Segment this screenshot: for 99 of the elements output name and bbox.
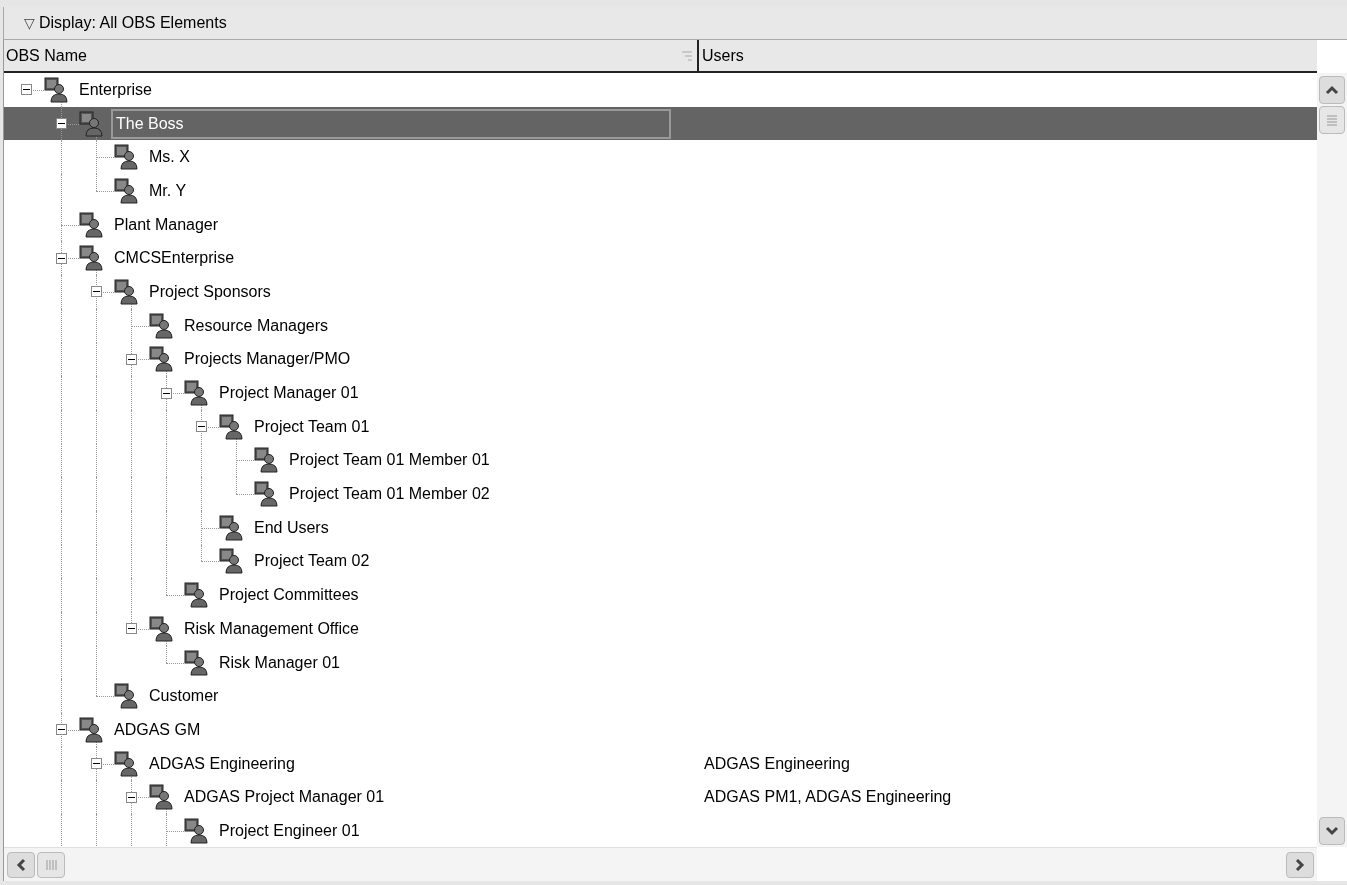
person-group-icon bbox=[114, 177, 138, 204]
tree-node-label: Customer bbox=[148, 686, 220, 707]
collapse-toggle[interactable] bbox=[126, 623, 137, 635]
collapse-toggle[interactable] bbox=[161, 387, 172, 399]
collapse-toggle[interactable] bbox=[91, 286, 102, 298]
tree-node-label: Project Team 01 bbox=[253, 416, 371, 437]
tree-node-label: Project Team 02 bbox=[253, 551, 371, 572]
tree-row[interactable]: Project Manager 01 bbox=[4, 376, 1317, 410]
collapse-toggle[interactable] bbox=[91, 758, 102, 770]
tree-row[interactable]: Risk Manager 01 bbox=[4, 645, 1317, 680]
person-group-icon bbox=[184, 380, 208, 407]
collapse-arrow[interactable]: ▽ bbox=[24, 12, 35, 34]
tree-row[interactable]: The Boss bbox=[4, 106, 1317, 141]
tree-row[interactable]: End Users bbox=[4, 510, 1317, 545]
person-group-icon bbox=[184, 649, 208, 676]
person-group-icon bbox=[114, 278, 138, 305]
collapse-toggle[interactable] bbox=[56, 252, 67, 264]
collapse-toggle[interactable] bbox=[56, 724, 67, 736]
chevron-right-icon bbox=[1295, 857, 1305, 872]
person-group-icon bbox=[114, 144, 138, 171]
tree-node-label: The Boss bbox=[111, 108, 671, 139]
scroll-right-button[interactable] bbox=[1286, 851, 1314, 878]
person-group-icon bbox=[79, 211, 103, 238]
tree-node-label: Resource Managers bbox=[183, 315, 330, 336]
tree-row[interactable]: Project Team 01 Member 01 bbox=[4, 443, 1317, 478]
person-group-icon bbox=[149, 784, 173, 811]
tree-node-label: ADGAS Engineering bbox=[148, 753, 296, 774]
collapse-toggle[interactable] bbox=[126, 791, 137, 803]
tree-row[interactable]: Enterprise bbox=[4, 73, 1317, 107]
tree-row[interactable]: CMCSEnterprise bbox=[4, 241, 1317, 276]
tree-row[interactable]: Project Sponsors bbox=[4, 275, 1317, 309]
collapse-toggle[interactable] bbox=[196, 421, 207, 433]
scroll-thumb[interactable] bbox=[37, 851, 65, 878]
person-group-icon bbox=[149, 312, 173, 339]
tree-node-label: Plant Manager bbox=[113, 214, 220, 235]
person-group-icon bbox=[114, 750, 138, 777]
column-header[interactable]: Users bbox=[699, 40, 1317, 71]
tree-row[interactable]: Projects Manager/PMO bbox=[4, 342, 1317, 377]
chevron-up-icon bbox=[1325, 85, 1339, 95]
tree-row[interactable]: Ms. X bbox=[4, 140, 1317, 175]
tree-node-label: Risk Manager 01 bbox=[218, 652, 341, 673]
chevron-left-icon bbox=[16, 857, 26, 872]
tree-row[interactable]: ADGAS Engineering ADGAS Engineering bbox=[4, 746, 1317, 781]
tree-node-label: Project Team 01 Member 01 bbox=[288, 450, 491, 471]
tree-row[interactable]: Project Team 02 bbox=[4, 544, 1317, 579]
tree-node-label: Risk Management Office bbox=[183, 618, 360, 639]
tree-node-label: Project Team 01 Member 02 bbox=[288, 484, 491, 505]
person-group-icon bbox=[44, 76, 68, 103]
tree-node-label: Project Sponsors bbox=[148, 281, 272, 302]
tree-row[interactable]: ADGAS GM bbox=[4, 713, 1317, 747]
grip-icon bbox=[1326, 114, 1338, 126]
tree-node-label: Enterprise bbox=[78, 79, 153, 100]
grip-icon bbox=[45, 858, 57, 871]
tree-row[interactable]: ADGAS Project Manager 01 ADGAS PM1, ADGAS Engineering bbox=[4, 780, 1317, 815]
person-group-icon bbox=[219, 413, 243, 440]
scroll-down-button[interactable] bbox=[1319, 817, 1345, 845]
tree-row[interactable]: Plant Manager bbox=[4, 207, 1317, 242]
tree-node-label: ADGAS GM bbox=[113, 719, 202, 740]
scroll-up-button[interactable] bbox=[1319, 76, 1345, 104]
horizontal-scrollbar[interactable] bbox=[4, 847, 1317, 881]
users-cell-text: ADGAS Engineering bbox=[704, 753, 850, 774]
tree-node-label: End Users bbox=[253, 517, 330, 538]
tree-row[interactable]: Resource Managers bbox=[4, 308, 1317, 343]
person-group-icon bbox=[219, 548, 243, 575]
collapse-toggle[interactable] bbox=[21, 84, 32, 96]
tree-node-label: CMCSEnterprise bbox=[113, 248, 236, 269]
users-cell-text: ADGAS PM1, ADGAS Engineering bbox=[704, 787, 952, 808]
display-filter-label[interactable]: Display: All OBS Elements bbox=[39, 11, 227, 35]
person-group-icon bbox=[79, 110, 103, 137]
tree-node-label: ADGAS Project Manager 01 bbox=[183, 787, 386, 808]
person-group-icon bbox=[254, 481, 278, 508]
person-group-icon bbox=[149, 615, 173, 642]
tree-node-label: Project Engineer 01 bbox=[218, 820, 361, 841]
tree-row[interactable]: Project Team 01 Member 02 bbox=[4, 477, 1317, 511]
column-header[interactable]: OBS Name bbox=[4, 40, 699, 71]
person-group-icon bbox=[149, 346, 173, 373]
tree-node-label: Project Committees bbox=[218, 585, 360, 606]
tree-row[interactable]: Mr. Y bbox=[4, 174, 1317, 208]
tree-row[interactable]: Project Team 01 bbox=[4, 409, 1317, 444]
tree-node-label: Mr. Y bbox=[148, 180, 188, 201]
person-group-icon bbox=[114, 683, 138, 710]
chevron-down-icon bbox=[1325, 826, 1339, 836]
tree-row[interactable]: Project Committees bbox=[4, 578, 1317, 612]
person-group-icon bbox=[79, 716, 103, 743]
vertical-scrollbar[interactable] bbox=[1317, 73, 1347, 847]
tree-node-label: Ms. X bbox=[148, 147, 191, 168]
person-group-icon bbox=[219, 514, 243, 541]
collapse-toggle[interactable] bbox=[126, 353, 137, 365]
collapse-toggle[interactable] bbox=[56, 118, 67, 130]
scroll-thumb[interactable] bbox=[1319, 106, 1345, 134]
person-group-icon bbox=[184, 817, 208, 844]
tree-node-label: Project Manager 01 bbox=[218, 383, 360, 404]
tree-node-label: Projects Manager/PMO bbox=[183, 349, 352, 370]
tree-row[interactable]: Risk Management Office bbox=[4, 612, 1317, 646]
scroll-left-button[interactable] bbox=[7, 851, 35, 878]
person-group-icon bbox=[79, 245, 103, 272]
person-group-icon bbox=[254, 447, 278, 474]
person-group-icon bbox=[184, 582, 208, 609]
tree-row[interactable]: Customer bbox=[4, 679, 1317, 714]
